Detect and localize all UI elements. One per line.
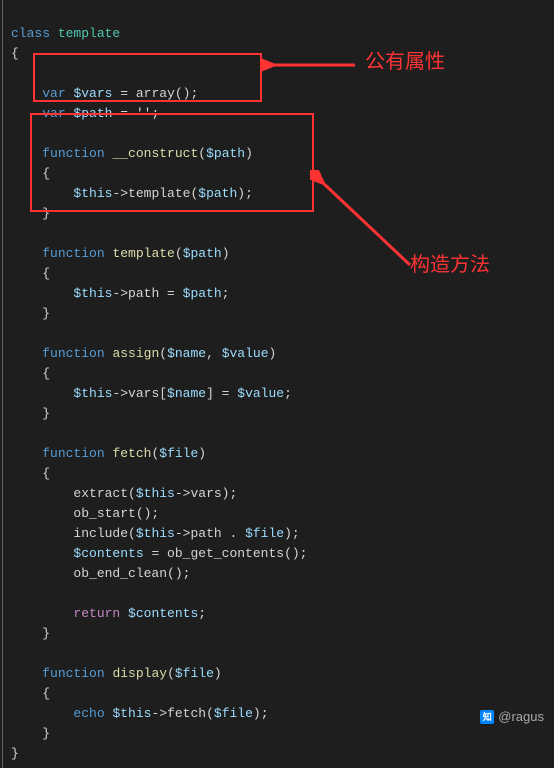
watermark: 知 @ragus [480, 707, 544, 727]
code-text: ->template( [112, 186, 198, 201]
annotation-public-props: 公有属性 [365, 52, 445, 72]
function-name: display [112, 666, 167, 681]
code-text: ->path = [112, 286, 182, 301]
param: $path [198, 186, 237, 201]
keyword-var: var [42, 86, 65, 101]
param: $file [245, 526, 284, 541]
var-name: $contents [73, 546, 143, 561]
function-name: template [112, 246, 174, 261]
this-var: $this [112, 706, 151, 721]
zhihu-icon: 知 [480, 710, 494, 724]
code-text: ; [222, 286, 230, 301]
keyword-var: var [42, 106, 65, 121]
code-text: ob_end_clean(); [73, 566, 190, 581]
code-text: include( [73, 526, 135, 541]
code-text: ); [237, 186, 253, 201]
brace: } [42, 306, 50, 321]
keyword-return: return [73, 606, 120, 621]
code-block: class template { var $vars = array(); va… [2, 0, 554, 768]
code-text: ->vars); [175, 486, 237, 501]
param: $file [159, 446, 198, 461]
brace: } [11, 746, 19, 761]
code-text: ob_start(); [73, 506, 159, 521]
param: $path [206, 146, 245, 161]
this-var: $this [136, 486, 175, 501]
class-name: template [58, 26, 120, 41]
param: $file [214, 706, 253, 721]
brace: { [42, 366, 50, 381]
brace: } [42, 406, 50, 421]
watermark-text: @ragus [498, 707, 544, 727]
param: $name [167, 346, 206, 361]
function-name: assign [112, 346, 159, 361]
code-text: ); [253, 706, 269, 721]
annotation-constructor: 构造方法 [410, 255, 490, 275]
code-text: ); [284, 526, 300, 541]
brace: { [42, 686, 50, 701]
function-name: __construct [112, 146, 198, 161]
keyword-function: function [42, 666, 104, 681]
param: $value [222, 346, 269, 361]
brace: } [42, 626, 50, 641]
keyword-function: function [42, 146, 104, 161]
code-text: ; [198, 606, 206, 621]
keyword-function: function [42, 446, 104, 461]
brace: } [42, 206, 50, 221]
brace: { [42, 166, 50, 181]
keyword-function: function [42, 346, 104, 361]
code-text: ; [284, 386, 292, 401]
this-var: $this [73, 186, 112, 201]
param: $path [183, 246, 222, 261]
brace: } [42, 726, 50, 741]
keyword-echo: echo [73, 706, 104, 721]
brace: { [11, 46, 19, 61]
keyword-function: function [42, 246, 104, 261]
code-text: ->fetch( [151, 706, 213, 721]
this-var: $this [73, 386, 112, 401]
brace: { [42, 466, 50, 481]
param: $value [237, 386, 284, 401]
var-name: $contents [128, 606, 198, 621]
param: $file [175, 666, 214, 681]
code-text: = ob_get_contents(); [144, 546, 308, 561]
code-text: = ''; [112, 106, 159, 121]
this-var: $this [73, 286, 112, 301]
brace: { [42, 266, 50, 281]
function-name: fetch [112, 446, 151, 461]
param: $path [183, 286, 222, 301]
code-text: ->path . [175, 526, 245, 541]
var-name: $path [73, 106, 112, 121]
var-name: $vars [73, 86, 112, 101]
code-text: extract( [73, 486, 135, 501]
this-var: $this [136, 526, 175, 541]
code-text: = array(); [112, 86, 198, 101]
param: $name [167, 386, 206, 401]
code-text: ] = [206, 386, 237, 401]
code-text: ->vars[ [112, 386, 167, 401]
keyword-class: class [11, 26, 50, 41]
